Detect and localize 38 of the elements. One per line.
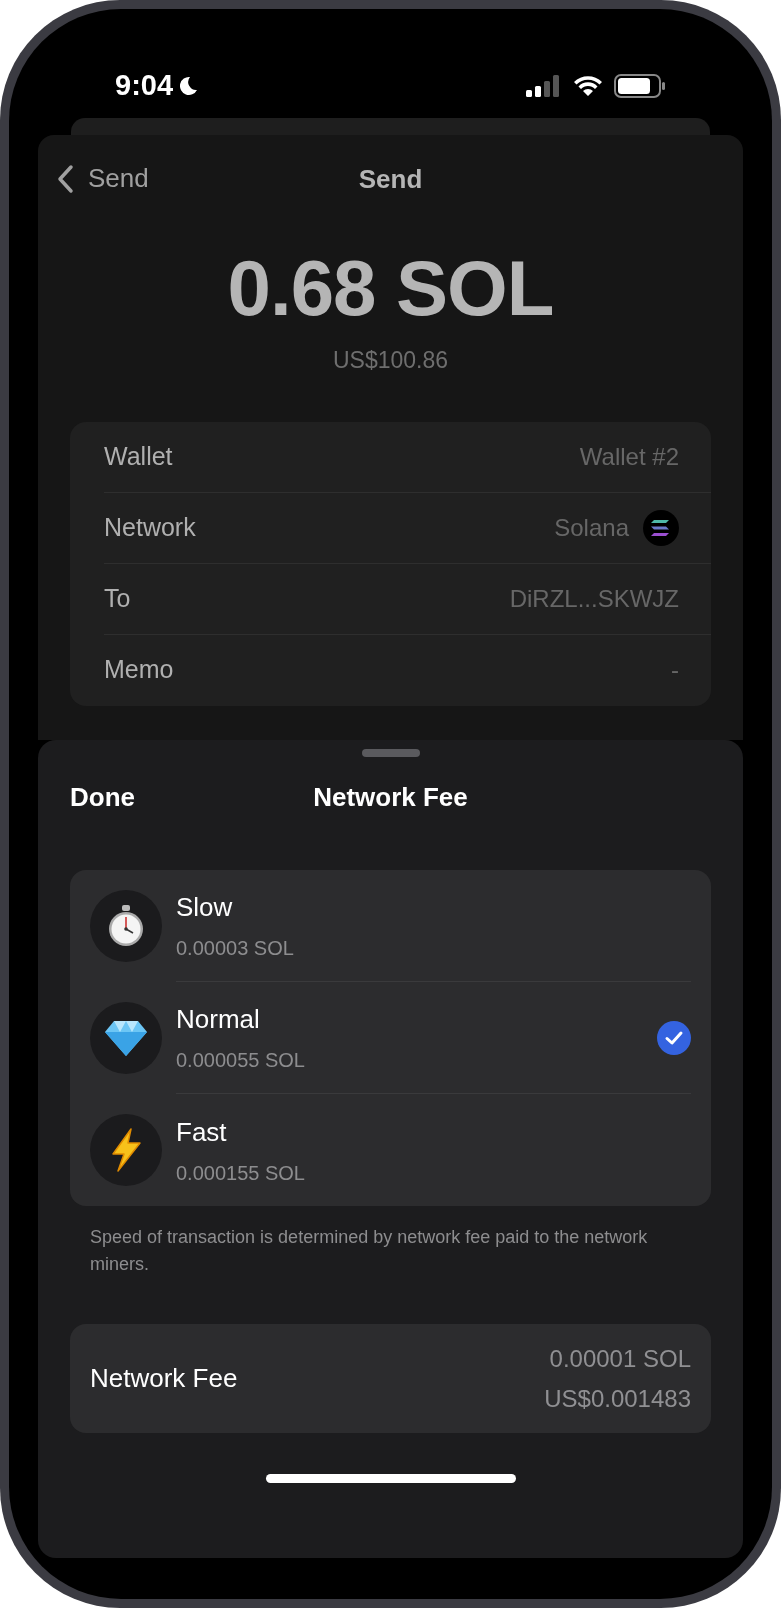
fee-amount: 0.000155 SOL <box>176 1160 306 1186</box>
fee-name: Fast <box>176 1115 228 1149</box>
detail-label: Network <box>104 511 196 543</box>
moon-icon <box>177 74 200 97</box>
signal-icon <box>526 73 562 98</box>
status-time: 9:04 <box>115 67 174 103</box>
summary-fiat: US$0.001483 <box>544 1383 691 1414</box>
coin-icon <box>643 509 679 546</box>
fee-note: Speed of transaction is determined by network fee paid to the network miners. <box>90 1226 649 1276</box>
detail-value: DiRZL...SKWJZ <box>509 583 679 614</box>
sheet-handle <box>361 749 420 757</box>
lightning-icon <box>109 1128 143 1172</box>
fee-option[interactable]: Fast 0.000155 SOL <box>70 1094 711 1206</box>
fee-amount: 0.000055 SOL <box>176 1048 306 1073</box>
fiat-amount: US$100.86 <box>331 346 450 375</box>
stopwatch-icon <box>106 904 146 948</box>
amount-text: 0.68 SOL <box>226 249 555 327</box>
detail-value: - <box>671 655 679 685</box>
done-button[interactable]: Done <box>70 777 135 817</box>
fee-option[interactable]: Normal 0.000055 SOL <box>70 982 711 1094</box>
summary-amount: 0.00001 SOL <box>549 1343 691 1374</box>
back-button[interactable]: Send <box>56 159 149 198</box>
fee-name: Normal <box>176 1003 261 1036</box>
detail-label: Memo <box>104 654 174 686</box>
detail-label: Wallet <box>104 440 173 472</box>
screen-title: Send <box>358 162 423 196</box>
fee-amount: 0.00003 SOL <box>176 936 295 961</box>
fee-name: Slow <box>176 891 234 924</box>
sheet-title: Network Fee <box>313 780 468 814</box>
battery-icon <box>614 72 666 99</box>
wifi-icon <box>572 73 604 98</box>
diamond-icon <box>104 1019 148 1057</box>
detail-value: Wallet #2 <box>579 441 679 472</box>
detail-value: Solana <box>554 512 629 543</box>
summary-label: Network Fee <box>90 1362 238 1395</box>
detail-label: To <box>104 582 131 614</box>
chevron-left-icon <box>56 163 74 194</box>
fee-option[interactable]: Slow 0.00003 SOL <box>70 870 711 982</box>
